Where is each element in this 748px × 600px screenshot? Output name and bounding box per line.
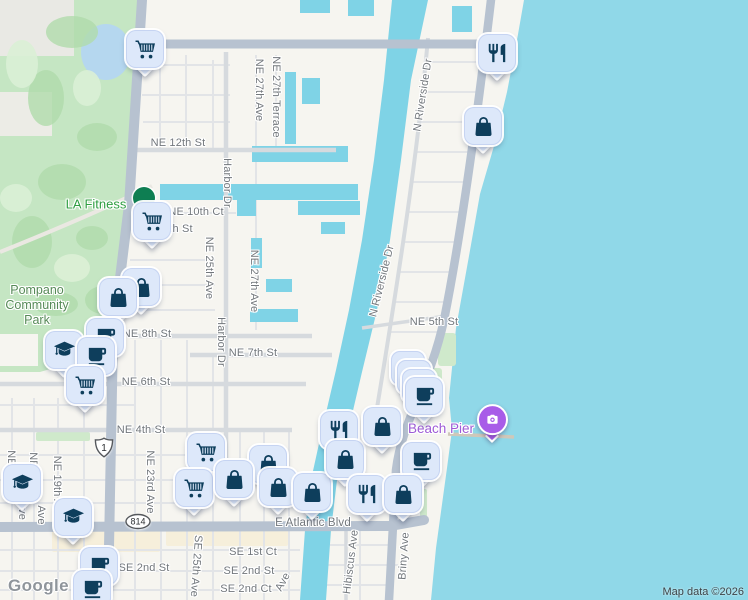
map-marker-shopping-bag[interactable] xyxy=(384,475,422,525)
map-marker-shopping-cart[interactable] xyxy=(133,202,171,252)
map-marker-shopping-bag[interactable] xyxy=(464,107,502,157)
graduation-cap-icon xyxy=(54,498,92,536)
map-marker-shopping-cart[interactable] xyxy=(126,30,164,80)
map-marker-coffee-cup[interactable] xyxy=(73,570,111,600)
shopping-bag-icon xyxy=(259,468,297,506)
map-marker-shopping-bag[interactable] xyxy=(259,468,297,518)
map-marker-shopping-bag[interactable] xyxy=(363,407,401,457)
shopping-cart-icon xyxy=(66,366,104,404)
poi-label[interactable]: LA Fitness xyxy=(66,196,127,211)
restaurant-icon xyxy=(478,34,516,72)
map-marker-shopping-bag[interactable] xyxy=(215,460,253,510)
shopping-bag-icon xyxy=(363,407,401,445)
coffee-cup-icon xyxy=(73,570,111,600)
shopping-bag-icon xyxy=(215,460,253,498)
map-marker-restaurant[interactable] xyxy=(348,475,386,525)
shopping-cart-icon xyxy=(133,202,171,240)
map-marker-shopping-cart[interactable] xyxy=(175,469,213,519)
map-marker-shopping-cart[interactable] xyxy=(66,366,104,416)
map-attribution: Map data ©2026 xyxy=(662,586,745,598)
graduation-cap-icon xyxy=(3,464,41,502)
shopping-cart-icon xyxy=(126,30,164,68)
shopping-bag-icon xyxy=(384,475,422,513)
map-viewport[interactable]: NE 12th St NE 10th Ct th St NE 8th St NE 7th… xyxy=(0,0,748,600)
photo-spot-pin[interactable] xyxy=(476,404,508,446)
map-marker-graduation-cap[interactable] xyxy=(54,498,92,548)
shopping-bag-icon xyxy=(326,440,364,478)
google-logo[interactable]: Google xyxy=(8,576,69,596)
map-marker-coffee-cup[interactable] xyxy=(405,377,443,427)
poi-label[interactable]: Pompano Community Park xyxy=(5,283,68,327)
shopping-bag-icon xyxy=(464,107,502,145)
shopping-bag-icon xyxy=(99,278,137,316)
shopping-cart-icon xyxy=(175,469,213,507)
restaurant-icon xyxy=(348,475,386,513)
map-marker-restaurant[interactable] xyxy=(478,34,516,84)
map-marker-graduation-cap[interactable] xyxy=(3,464,41,514)
coffee-cup-icon xyxy=(405,377,443,415)
camera-icon xyxy=(477,404,508,436)
